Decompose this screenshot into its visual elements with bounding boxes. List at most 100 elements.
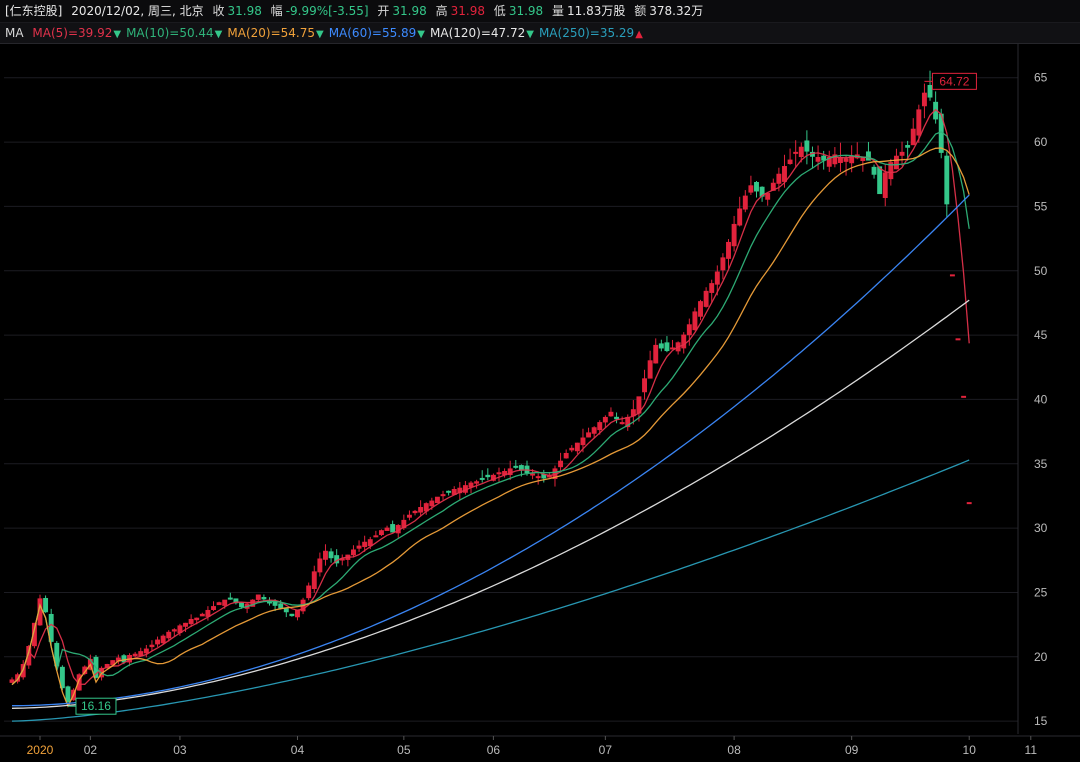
y-tick-label: 60 (1034, 135, 1048, 149)
candle-body (188, 618, 194, 625)
candle-body (580, 437, 586, 446)
candle-body (261, 597, 267, 600)
x-tick-label: 06 (487, 743, 501, 757)
candle-body (793, 151, 799, 154)
high-label: 高 (435, 4, 448, 18)
high-marker-label: 64.72 (939, 74, 969, 88)
candle-body (530, 473, 536, 476)
candle-body (160, 635, 166, 644)
candle-body (535, 476, 541, 479)
candle-body (574, 442, 580, 452)
candle-body (289, 613, 295, 617)
candle-body (720, 257, 726, 271)
candlestick-chart[interactable]: 15 20 25 30 35 40 45 50 55 60 65 2020 02 03 04 05 06 07 08… (0, 44, 1080, 762)
arrow-down-icon: ▼ (526, 29, 534, 40)
x-tick-label: 10 (963, 743, 977, 757)
ma-legend-text: MA(20)=54.75 (227, 26, 315, 40)
candle-body (434, 496, 440, 503)
candle-body (278, 603, 284, 609)
candle-body (295, 609, 300, 618)
candle-body (905, 145, 911, 148)
candle-body (860, 157, 866, 162)
candle-body (132, 653, 138, 657)
candle-body (949, 274, 955, 277)
candle-body (406, 514, 412, 518)
candle-body (306, 585, 312, 599)
candle-body (311, 571, 317, 590)
candle-body (211, 606, 216, 610)
candle-body (384, 527, 390, 531)
candle-body (776, 173, 782, 184)
candle-body (843, 158, 849, 162)
arrow-down-icon: ▼ (113, 29, 122, 40)
candle-body (121, 655, 127, 663)
y-tick-label: 55 (1034, 199, 1048, 213)
candle-body (910, 128, 916, 146)
candle-body (569, 447, 575, 451)
candle-body (642, 378, 647, 393)
candle-body (899, 151, 905, 156)
candle-body (362, 541, 368, 548)
candle-body (647, 360, 653, 379)
ma-legend-item: MA(120)=47.72▼ (430, 23, 534, 43)
arrow-down-icon: ▼ (214, 29, 223, 40)
change-label: 幅 (270, 4, 283, 18)
ma-legend-item: MA(250)=35.29▲ (539, 23, 643, 43)
change-value: -9.99%[-3.55] (285, 4, 369, 18)
candle-body (367, 539, 373, 547)
candle-body (479, 477, 485, 480)
candle-body (927, 84, 933, 98)
candle-body (782, 166, 787, 182)
candle-body (149, 644, 155, 648)
candle-body (966, 502, 972, 505)
candle-body (944, 155, 950, 205)
candle-body (474, 481, 480, 484)
arrow-down-icon: ▼ (315, 29, 324, 40)
ma-legend-item: MA(5)=39.92▼ (32, 23, 122, 43)
candle-body (155, 639, 160, 645)
candle-body (916, 109, 922, 136)
close-label: 收 (212, 4, 225, 18)
x-tick-label: 04 (291, 743, 305, 757)
candle-body (199, 613, 205, 617)
candle-body (821, 155, 827, 161)
candle-body (216, 602, 222, 606)
candle-body (356, 545, 362, 549)
candle-body (597, 422, 603, 431)
candle-body (412, 510, 418, 514)
candle-body (686, 324, 692, 336)
candle-body (961, 395, 967, 398)
candle-body (921, 92, 927, 107)
quote-info-bar: [仁东控股] 2020/12/02, 周三, 北京 收 31.98 幅 -9.99%… (0, 0, 1080, 23)
candle-body (703, 290, 709, 307)
y-tick-label: 45 (1034, 328, 1048, 342)
ma-legend-item: MA(10)=50.44▼ (126, 23, 223, 43)
y-tick-label: 65 (1034, 71, 1048, 85)
moving-average-bar: MA MA(5)=39.92▼ MA(10)=50.44▼ MA(20)=54.75… (0, 23, 1080, 44)
candle-body (955, 338, 961, 341)
candle-body (143, 648, 149, 654)
candle-body (871, 166, 877, 175)
candle-body (726, 241, 731, 259)
y-tick-label: 25 (1034, 585, 1048, 599)
low-label: 低 (493, 4, 506, 18)
candle-body (893, 155, 899, 170)
candle-body (698, 301, 703, 317)
candle-body (714, 271, 720, 285)
y-tick-label: 35 (1034, 457, 1048, 471)
candle-body (65, 686, 71, 703)
candle-body (602, 416, 608, 423)
open-label: 开 (377, 4, 390, 18)
candle-body (166, 631, 172, 639)
candle-body (440, 494, 446, 497)
volume-label: 量 (552, 4, 565, 18)
candle-body (709, 283, 715, 293)
ma-legend-text: MA(60)=55.89 (328, 26, 417, 40)
x-tick-label: 08 (727, 743, 741, 757)
candle-body (429, 500, 435, 507)
candle-body (731, 223, 737, 247)
amount-label: 额 (634, 4, 647, 18)
low-value: 31.98 (508, 4, 544, 18)
x-tick-label: 05 (397, 743, 411, 757)
candle-body (183, 622, 188, 627)
